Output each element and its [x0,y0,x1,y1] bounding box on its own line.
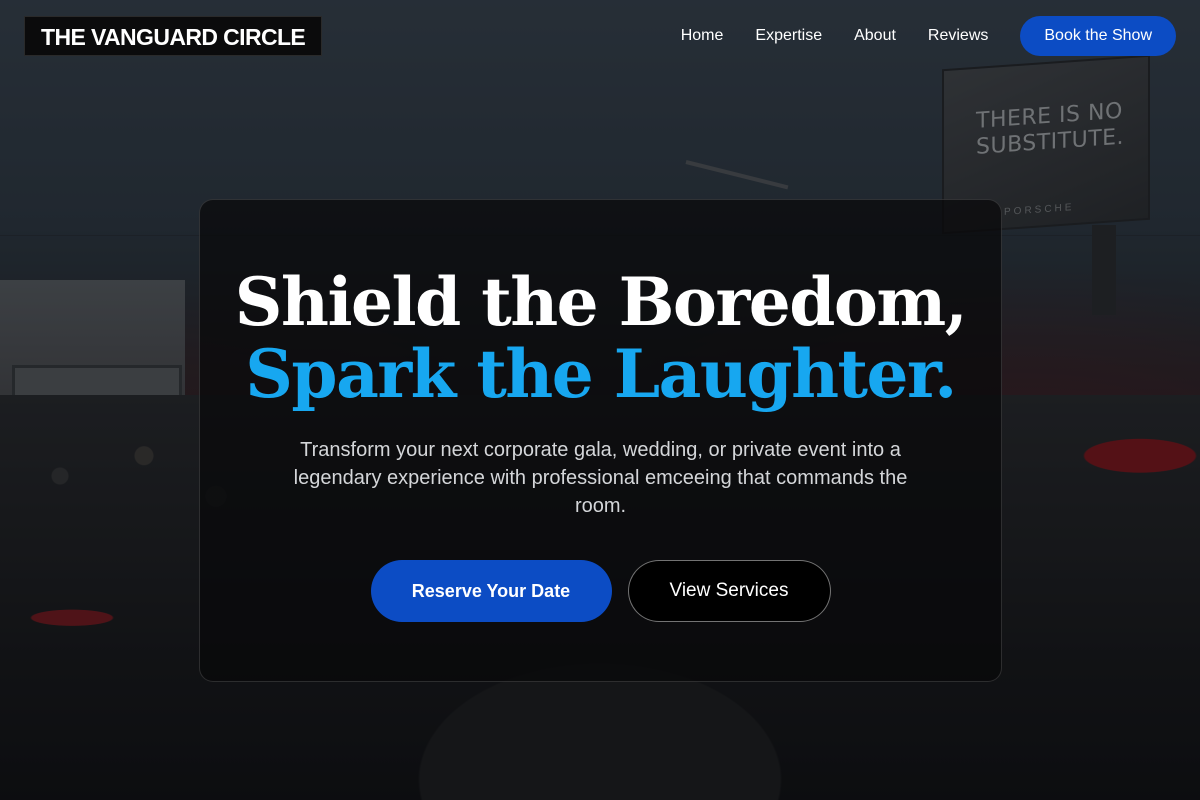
nav-link-about[interactable]: About [854,27,896,45]
view-services-button[interactable]: View Services [627,560,831,622]
hero-subtitle: Transform your next corporate gala, wedd… [293,439,908,517]
book-show-button[interactable]: Book the Show [1020,16,1176,56]
main-nav: Home Expertise About Reviews Book the Sh… [649,16,1176,56]
hero-title-line2: Spark the Laughter. [245,335,957,413]
nav-link-expertise[interactable]: Expertise [755,27,822,45]
reserve-date-button[interactable]: Reserve Your Date [370,560,612,622]
site-logo[interactable]: THE VANGUARD CIRCLE [24,16,323,56]
hero-title-line1: Shield the Boredom, [234,263,968,341]
hero-card: Shield the Boredom, Spark the Laughter. … [199,199,1002,682]
site-header: THE VANGUARD CIRCLE Home Expertise About… [0,0,1200,72]
nav-link-reviews[interactable]: Reviews [928,27,988,45]
hero-section: THERE IS NO SUBSTITUTE. PORSCHE THE VANG… [0,0,1200,800]
nav-link-home[interactable]: Home [681,27,724,45]
hero-actions: Reserve Your Date View Services [200,560,1001,622]
